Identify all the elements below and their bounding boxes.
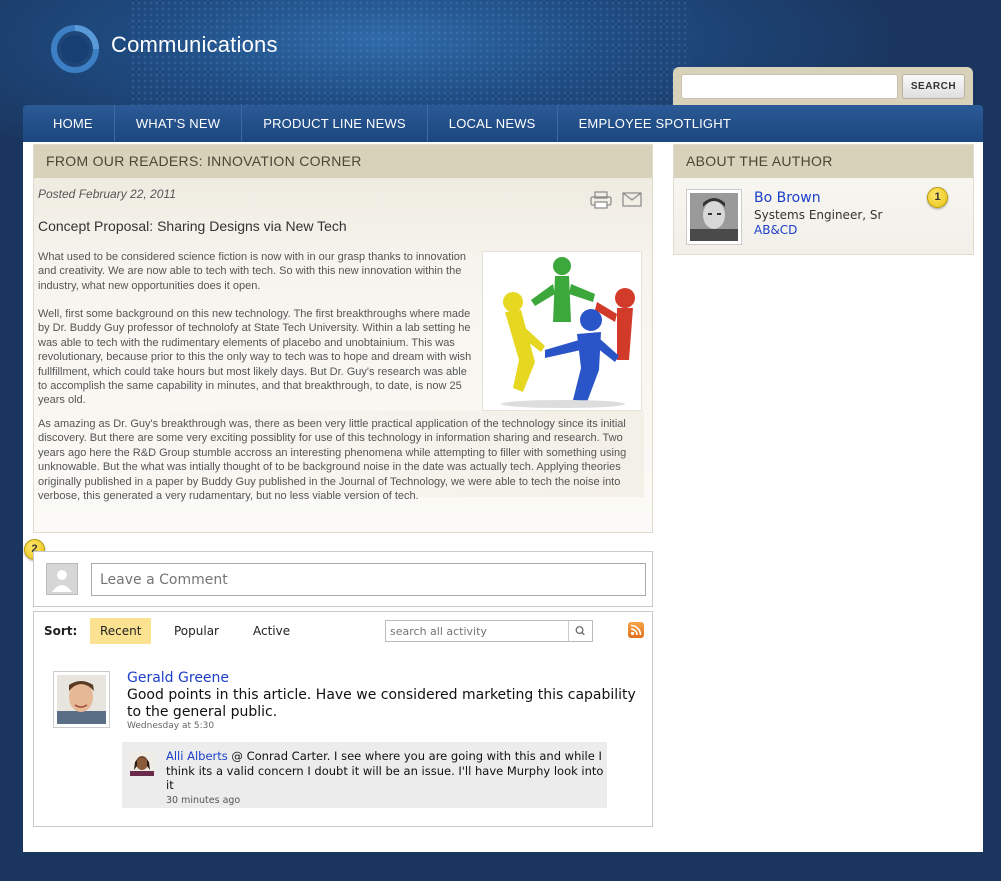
search-input[interactable] xyxy=(681,74,898,99)
user-avatar-placeholder xyxy=(46,563,78,595)
nav-employee-spotlight[interactable]: EMPLOYEE SPOTLIGHT xyxy=(558,105,752,142)
company-logo-icon xyxy=(51,25,99,73)
sort-tab-recent[interactable]: Recent xyxy=(90,618,152,644)
article-panel: FROM OUR READERS: INNOVATION CORNER Post… xyxy=(33,144,653,533)
comment-reply: Alli Alberts @ Conrad Carter. I see wher… xyxy=(122,742,607,808)
author-section-title: ABOUT THE AUTHOR xyxy=(674,145,973,178)
comment-timestamp: Wednesday at 5:30 xyxy=(127,721,215,731)
main-nav: HOME WHAT'S NEW PRODUCT LINE NEWS LOCAL … xyxy=(23,105,983,142)
activity-search-input[interactable] xyxy=(386,621,591,641)
sort-tab-active[interactable]: Active xyxy=(243,618,300,644)
content-area: FROM OUR READERS: INNOVATION CORNER Post… xyxy=(23,142,983,852)
comment-text: Good points in this article. Have we con… xyxy=(127,687,636,720)
article-paragraph: Well, first some background on this new … xyxy=(38,308,472,407)
activity-panel: Sort: Recent Popular Active Geral xyxy=(33,611,653,827)
site-search: SEARCH xyxy=(673,67,973,107)
commenter-avatar[interactable] xyxy=(53,671,110,728)
author-avatar[interactable] xyxy=(686,189,742,245)
annotation-marker-1: 1 xyxy=(927,187,948,208)
reply-photo-icon xyxy=(130,752,154,776)
app-title: Communications xyxy=(111,32,278,57)
reply-body: @ Conrad Carter. I see where you are goi… xyxy=(166,749,604,792)
author-name-link[interactable]: Bo Brown xyxy=(754,190,821,206)
reply-avatar[interactable] xyxy=(130,752,154,776)
author-role: Systems Engineer, Sr xyxy=(754,208,883,222)
search-icon[interactable] xyxy=(568,621,592,641)
person-icon xyxy=(47,564,77,594)
reply-timestamp: 30 minutes ago xyxy=(166,795,241,806)
posted-date: Posted February 22, 2011 xyxy=(38,187,176,201)
article-image xyxy=(482,251,642,411)
print-icon[interactable] xyxy=(590,191,612,209)
nav-whats-new[interactable]: WHAT'S NEW xyxy=(115,105,243,142)
nav-home[interactable]: HOME xyxy=(23,105,115,142)
author-org-link[interactable]: AB&CD xyxy=(754,223,797,237)
reply-author-link[interactable]: Alli Alberts xyxy=(166,749,228,763)
article-paragraph: As amazing as Dr. Guy's breakthrough was… xyxy=(38,418,627,503)
sort-label: Sort: xyxy=(44,624,78,638)
rss-icon[interactable] xyxy=(628,622,644,638)
people-circle-illustration xyxy=(483,252,641,410)
commenter-photo-icon xyxy=(57,675,106,724)
search-button[interactable]: SEARCH xyxy=(902,74,965,99)
nav-product-line-news[interactable]: PRODUCT LINE NEWS xyxy=(242,105,428,142)
article-section-title: FROM OUR READERS: INNOVATION CORNER xyxy=(34,145,652,178)
article-title: Concept Proposal: Sharing Designs via Ne… xyxy=(38,218,347,234)
comment-input[interactable] xyxy=(91,563,646,596)
sort-tab-popular[interactable]: Popular xyxy=(164,618,229,644)
commenter-name-link[interactable]: Gerald Greene xyxy=(127,670,229,686)
activity-search xyxy=(385,620,593,642)
reply-text: Alli Alberts @ Conrad Carter. I see wher… xyxy=(166,749,606,793)
article-paragraph: What used to be considered science ficti… xyxy=(38,251,467,292)
nav-local-news[interactable]: LOCAL NEWS xyxy=(428,105,558,142)
email-icon[interactable] xyxy=(622,192,642,207)
author-photo-icon xyxy=(690,193,738,241)
comment-composer xyxy=(33,551,653,607)
